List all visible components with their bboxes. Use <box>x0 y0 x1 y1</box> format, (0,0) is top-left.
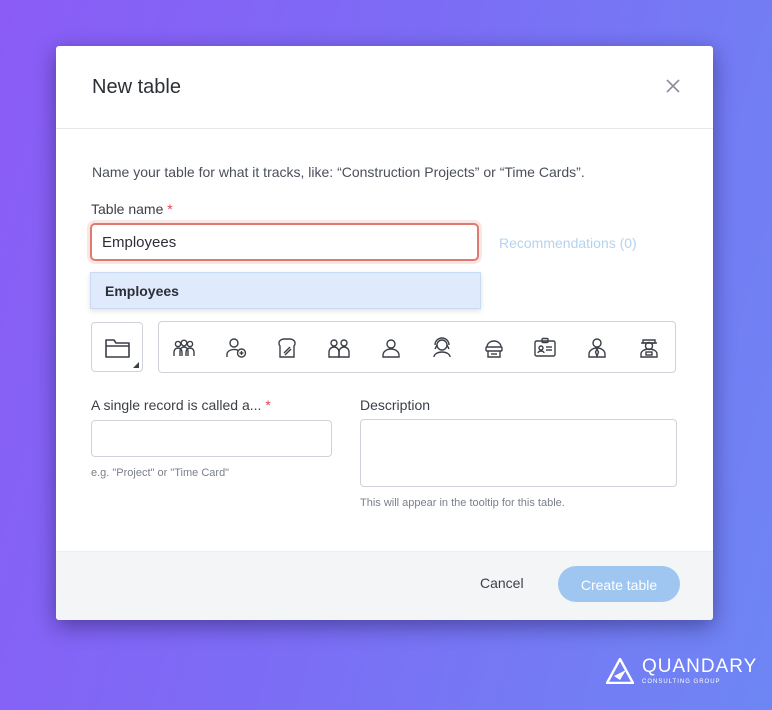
suggestion-item[interactable]: Employees <box>105 283 179 299</box>
naming-hint: Name your table for what it tracks, like… <box>92 164 585 180</box>
person-add-icon[interactable] <box>224 336 248 360</box>
icon-picker-button[interactable] <box>91 322 143 372</box>
brand-name: QUANDARY <box>642 656 758 677</box>
table-name-suggestions: Employees <box>90 272 481 309</box>
new-table-dialog: New table Name your table for what it tr… <box>56 46 713 620</box>
record-name-helper: e.g. "Project" or "Time Card" <box>91 467 230 479</box>
close-icon[interactable] <box>663 76 683 96</box>
driver-icon[interactable] <box>482 336 506 360</box>
brand-logo: QUANDARY CONSULTING GROUP <box>605 656 756 689</box>
person-hat-icon[interactable] <box>637 336 661 360</box>
folder-icon <box>105 339 130 358</box>
brand-subtitle: CONSULTING GROUP <box>642 679 721 685</box>
table-name-input[interactable] <box>90 223 479 261</box>
dialog-footer: Cancel Create table <box>56 551 713 620</box>
table-name-label: Table name * <box>91 201 173 217</box>
id-card-icon[interactable] <box>533 336 557 360</box>
picker-caret-icon <box>133 362 139 368</box>
required-mark: * <box>167 201 173 217</box>
dialog-header: New table <box>56 46 713 129</box>
description-label: Description <box>360 397 431 413</box>
people-group-icon[interactable] <box>172 336 196 360</box>
record-name-input[interactable] <box>91 420 332 457</box>
cancel-button[interactable]: Cancel <box>480 575 524 591</box>
dialog-title: New table <box>92 76 181 98</box>
required-mark: * <box>265 397 271 413</box>
person-tie-icon[interactable] <box>585 336 609 360</box>
toast-icon[interactable] <box>275 336 299 360</box>
record-name-label: A single record is called a... * <box>91 397 271 413</box>
description-helper: This will appear in the tooltip for this… <box>360 497 565 509</box>
recommendations-link[interactable]: Recommendations (0) <box>499 235 637 251</box>
table-icon-strip <box>158 321 676 373</box>
description-field[interactable] <box>360 419 677 487</box>
person-icon[interactable] <box>379 336 403 360</box>
quandary-logo-icon <box>605 657 635 685</box>
person-headset-icon[interactable] <box>430 336 454 360</box>
create-table-button[interactable]: Create table <box>558 566 680 602</box>
couple-icon[interactable] <box>327 336 351 360</box>
